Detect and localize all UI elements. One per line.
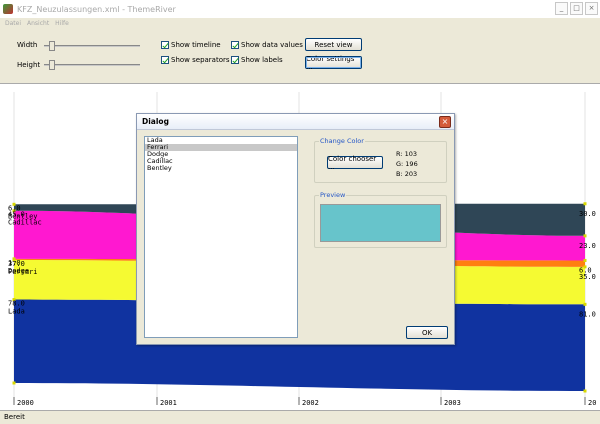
series-value-label: 30.0 <box>579 210 596 218</box>
series-value-label: 1.0 <box>8 259 21 267</box>
dialog-close-button[interactable]: × <box>439 116 451 128</box>
close-button[interactable]: × <box>585 2 598 15</box>
series-value-label: 78.0 <box>8 300 25 308</box>
width-label: Width <box>17 41 38 49</box>
checkbox-box[interactable] <box>161 56 169 64</box>
series-name-label: Dodge <box>8 267 29 275</box>
boundary-marker <box>12 381 16 385</box>
color-settings-button[interactable]: Color settings ... <box>305 55 362 71</box>
show-labels-checkbox[interactable]: Show labels <box>231 56 283 64</box>
checkbox-box[interactable] <box>231 56 239 64</box>
height-slider[interactable] <box>44 60 140 70</box>
year-label: 2000 <box>17 399 34 407</box>
checkbox-box[interactable] <box>231 41 239 49</box>
series-value-label: 81.0 <box>579 310 596 318</box>
year-label: 20 <box>588 399 596 407</box>
status-text: Bereit <box>4 413 25 421</box>
title-bar: KFZ_Neuzulassungen.xml - ThemeRiver _ □ … <box>0 0 600 18</box>
menu-hilfe[interactable]: Hilfe <box>55 20 69 27</box>
color-dialog: Dialog × Lada Ferrari Dodge Cadillac Bentley… <box>136 113 455 345</box>
menu-datei[interactable]: Datei <box>5 20 21 27</box>
boundary-marker <box>583 302 587 306</box>
toolbar: Width Height Show timeline Show separato… <box>0 29 600 83</box>
change-color-label: Change Color <box>319 137 365 145</box>
color-chooser-button[interactable]: Color chooser ... <box>327 155 383 171</box>
series-list[interactable]: Lada Ferrari Dodge Cadillac Bentley <box>144 136 298 338</box>
year-label: 2003 <box>444 399 461 407</box>
minimize-button[interactable]: _ <box>555 2 568 15</box>
blue-value: B: 203 <box>396 170 418 178</box>
green-value: G: 196 <box>396 160 418 168</box>
boundary-marker <box>583 258 587 262</box>
show-separators-label: Show separators <box>171 56 230 64</box>
menu-bar: Datei Ansicht Hilfe <box>0 18 600 29</box>
height-label: Height <box>17 61 41 69</box>
preview-label: Preview <box>319 191 347 199</box>
main-window: KFZ_Neuzulassungen.xml - ThemeRiver _ □ … <box>0 0 600 424</box>
show-labels-label: Show labels <box>241 56 283 64</box>
dialog-title: Dialog <box>137 114 454 130</box>
red-value: R: 103 <box>396 150 417 158</box>
series-value-label: 6.0 <box>8 204 21 212</box>
height-slider-thumb[interactable] <box>48 60 55 70</box>
boundary-marker <box>583 389 587 393</box>
show-separators-checkbox[interactable]: Show separators <box>161 56 230 64</box>
series-value-label: 23.0 <box>579 242 596 250</box>
color-preview-swatch <box>320 204 441 242</box>
series-name-label: Lada <box>8 308 25 316</box>
status-bar: Bereit <box>0 410 600 424</box>
menu-ansicht[interactable]: Ansicht <box>27 20 49 27</box>
checkbox-box[interactable] <box>161 41 169 49</box>
app-icon <box>3 4 13 14</box>
series-name-label: Bentley <box>8 212 38 220</box>
ok-button[interactable]: OK <box>406 326 448 339</box>
boundary-marker <box>583 234 587 238</box>
show-timeline-checkbox[interactable]: Show timeline <box>161 41 221 49</box>
boundary-marker <box>583 202 587 206</box>
window-title: KFZ_Neuzulassungen.xml - ThemeRiver <box>17 4 176 14</box>
show-timeline-label: Show timeline <box>171 41 221 49</box>
maximize-button[interactable]: □ <box>570 2 583 15</box>
width-slider[interactable] <box>44 41 140 51</box>
width-slider-thumb[interactable] <box>48 41 55 51</box>
year-label: 2001 <box>160 399 177 407</box>
reset-view-button[interactable]: Reset view <box>305 38 362 51</box>
rgb-values: R: 103 G: 196 B: 203 <box>396 149 418 179</box>
show-data-values-label: Show data values <box>241 41 303 49</box>
series-value-label: 35.0 <box>579 273 596 281</box>
year-label: 2002 <box>302 399 319 407</box>
series-list-item[interactable]: Bentley <box>145 165 297 172</box>
show-data-values-checkbox[interactable]: Show data values <box>231 41 303 49</box>
